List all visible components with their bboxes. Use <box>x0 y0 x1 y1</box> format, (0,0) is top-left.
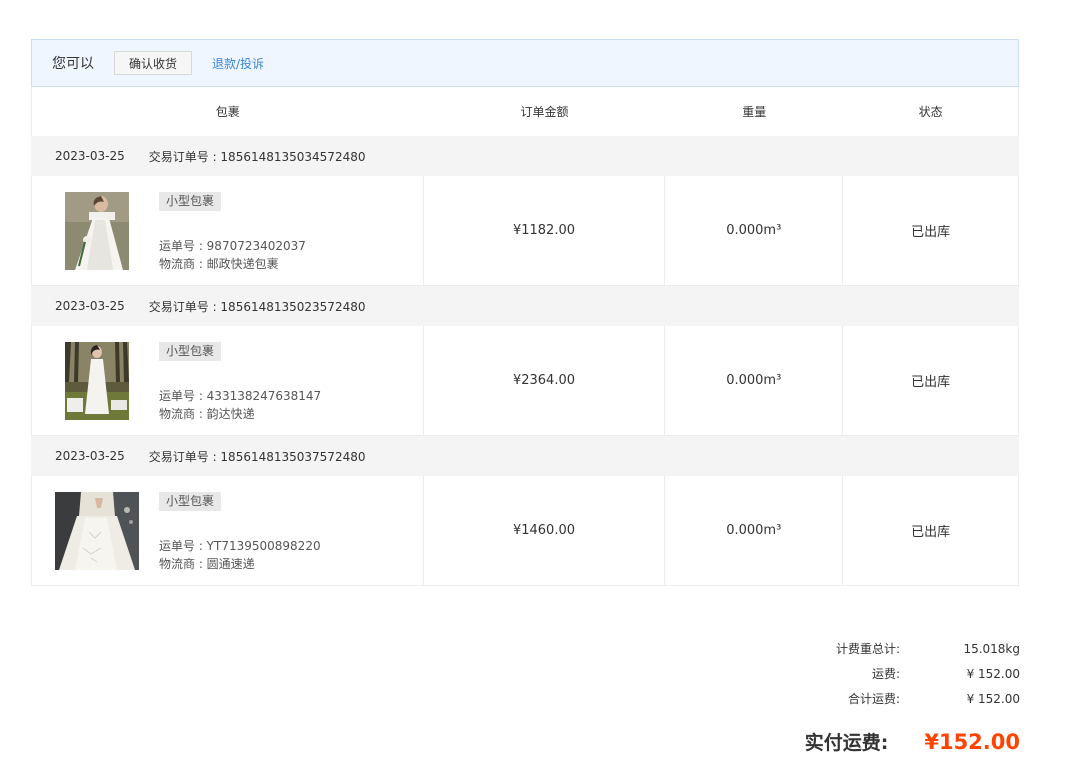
total-shipping-value: ¥ 152.00 <box>966 691 1020 706</box>
column-header-weight: 重量 <box>742 105 767 119</box>
shipping-fee-line: 运费: ¥ 152.00 <box>720 661 1020 686</box>
table-header: 包裹 订单金额 重量 状态 <box>31 87 1019 136</box>
package-weight: 0.000m³ <box>665 176 844 285</box>
tracking-number: 运单号 : 433138247638147 <box>159 389 322 403</box>
package-size-badge: 小型包裹 <box>159 192 222 211</box>
package-meta: 运单号 : 9870723402037 物流商 : 邮政快递包裹 <box>159 237 306 273</box>
package-weight: 0.000m³ <box>665 326 844 435</box>
shipping-fee-label: 运费: <box>871 667 900 681</box>
order-number: 交易订单号 : 1856148135037572480 <box>148 449 366 464</box>
tracking-number: 运单号 : YT7139500898220 <box>159 539 321 553</box>
column-header-amount: 订单金额 <box>520 105 569 119</box>
order-panel: 您可以 确认收货 退款/投诉 包裹 订单金额 重量 状态 2023-03-25 … <box>31 39 1019 586</box>
package-status: 已出库 <box>911 225 951 240</box>
total-shipping-line: 合计运费: ¥ 152.00 <box>720 686 1020 711</box>
package-status: 已出库 <box>911 375 951 390</box>
product-image[interactable] <box>65 192 129 270</box>
fee-summary: 计费重总计: 15.018kg 运费: ¥ 152.00 合计运费: ¥ 152… <box>720 636 1020 711</box>
shipping-fee-value: ¥ 152.00 <box>966 666 1020 681</box>
package-size-badge: 小型包裹 <box>159 342 222 361</box>
package-meta: 运单号 : YT7139500898220 物流商 : 圆通速递 <box>159 537 321 573</box>
billed-weight-value: 15.018kg <box>963 641 1020 656</box>
confirm-receipt-button[interactable]: 确认收货 <box>114 51 193 75</box>
order-amount: ¥1182.00 <box>424 176 666 285</box>
order-group-header: 2023-03-25 交易订单号 : 1856148135034572480 <box>31 136 1019 176</box>
refund-complaint-link[interactable]: 退款/投诉 <box>212 55 264 72</box>
paid-shipping-label: 实付运费: <box>804 732 889 754</box>
order-number: 交易订单号 : 1856148135023572480 <box>148 299 366 314</box>
column-header-package: 包裹 <box>215 105 240 119</box>
paid-shipping-value: ¥152.00 <box>924 729 1020 754</box>
billed-weight-label: 计费重总计: <box>835 642 900 656</box>
package-status: 已出库 <box>911 525 951 540</box>
column-header-status: 状态 <box>918 105 943 119</box>
product-image[interactable] <box>65 342 129 420</box>
package-size-badge: 小型包裹 <box>159 492 222 511</box>
carrier-name: 物流商 : 邮政快递包裹 <box>159 257 279 271</box>
action-lead-text: 您可以 <box>52 56 94 72</box>
package-cell: 小型包裹 运单号 : 433138247638147 物流商 : 韵达快递 <box>32 326 424 435</box>
product-image[interactable] <box>55 492 139 570</box>
order-number: 交易订单号 : 1856148135034572480 <box>148 149 366 164</box>
order-amount: ¥2364.00 <box>424 326 666 435</box>
order-date: 2023-03-25 <box>55 149 125 163</box>
carrier-name: 物流商 : 韵达快递 <box>159 407 255 421</box>
paid-shipping: 实付运费: ¥152.00 <box>805 728 1020 755</box>
order-amount: ¥1460.00 <box>424 476 666 585</box>
total-shipping-label: 合计运费: <box>847 692 900 706</box>
tracking-number: 运单号 : 9870723402037 <box>159 239 306 253</box>
table-row: 小型包裹 运单号 : 433138247638147 物流商 : 韵达快递 ¥2… <box>31 326 1019 436</box>
order-date: 2023-03-25 <box>55 449 125 463</box>
package-weight: 0.000m³ <box>665 476 844 585</box>
order-date: 2023-03-25 <box>55 299 125 313</box>
carrier-name: 物流商 : 圆通速递 <box>159 557 255 571</box>
table-row: 小型包裹 运单号 : 9870723402037 物流商 : 邮政快递包裹 ¥1… <box>31 176 1019 286</box>
order-group-header: 2023-03-25 交易订单号 : 1856148135037572480 <box>31 436 1019 476</box>
package-cell: 小型包裹 运单号 : YT7139500898220 物流商 : 圆通速递 <box>32 476 424 585</box>
package-meta: 运单号 : 433138247638147 物流商 : 韵达快递 <box>159 387 321 423</box>
billed-weight-line: 计费重总计: 15.018kg <box>720 636 1020 661</box>
action-bar: 您可以 确认收货 退款/投诉 <box>31 39 1019 87</box>
table-row: 小型包裹 运单号 : YT7139500898220 物流商 : 圆通速递 ¥1… <box>31 476 1019 586</box>
order-group-header: 2023-03-25 交易订单号 : 1856148135023572480 <box>31 286 1019 326</box>
package-cell: 小型包裹 运单号 : 9870723402037 物流商 : 邮政快递包裹 <box>32 176 424 285</box>
